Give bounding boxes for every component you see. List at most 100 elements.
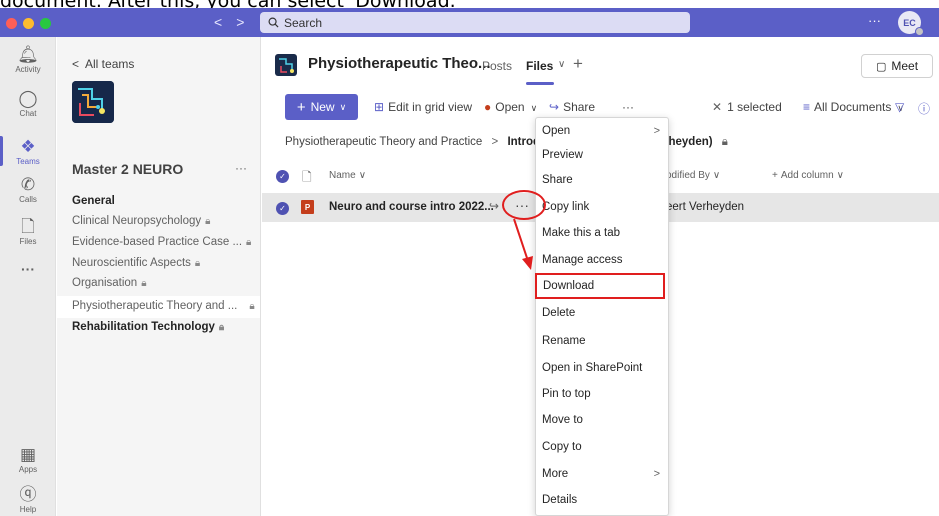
lock-icon: 🔒︎	[246, 237, 252, 248]
menu-item-share[interactable]: Share	[536, 167, 670, 193]
forward-icon[interactable]: >	[236, 14, 258, 30]
powerpoint-icon: P	[301, 200, 314, 214]
chevron-down-icon: ∨	[339, 101, 347, 112]
back-icon[interactable]: <	[214, 14, 236, 30]
share-button[interactable]: ↪ Share	[549, 100, 595, 114]
search-input[interactable]: Search	[260, 12, 690, 33]
help-icon: ⓠ	[19, 485, 37, 504]
rail-item-more[interactable]: ···	[0, 259, 56, 279]
row-checkbox[interactable]: ✓	[276, 202, 289, 215]
chevron-right-icon: >	[653, 468, 660, 480]
active-tab-indicator	[526, 82, 554, 85]
menu-item-details[interactable]: Details	[536, 487, 670, 513]
settings-more-button[interactable]: ···	[868, 13, 881, 28]
chevron-left-icon: <	[72, 57, 80, 71]
breadcrumb-root[interactable]: Physiotherapeutic Theory and Practice	[285, 136, 482, 148]
menu-item-open-sharepoint[interactable]: Open in SharePoint	[536, 355, 670, 381]
menu-item-copy-to[interactable]: Copy to	[536, 434, 670, 460]
rail-item-activity[interactable]: 🔔︎ Activity	[0, 45, 56, 74]
team-panel: < All teams Master 2 NEURO ··· General Cl…	[57, 37, 261, 516]
rail-item-files[interactable]: 🗋 Files	[0, 217, 56, 246]
grid-icon: ⊞	[374, 100, 385, 114]
team-more-button[interactable]: ···	[235, 161, 247, 175]
channel-item-organisation[interactable]: Organisation 🔒︎	[72, 277, 147, 289]
view-selector[interactable]: ≡ All Documents ∨	[803, 100, 904, 114]
modified-by-value: eert Verheyden	[666, 201, 745, 213]
menu-item-pin-top[interactable]: Pin to top	[536, 381, 670, 407]
meet-button[interactable]: ▢ Meet	[861, 54, 933, 78]
rail-item-chat[interactable]: ◯ Chat	[0, 89, 56, 118]
search-placeholder: Search	[284, 15, 323, 30]
channel-item-general[interactable]: General	[72, 195, 115, 207]
menu-item-copy-link[interactable]: Copy link	[536, 194, 670, 220]
tab-posts[interactable]: Posts	[482, 59, 512, 73]
rail-item-help[interactable]: ⓠ Help	[0, 485, 56, 514]
menu-item-more[interactable]: More >	[536, 461, 670, 487]
title-bar: <> Search ··· EC	[0, 8, 939, 37]
selection-count[interactable]: ✕ 1 selected	[712, 100, 782, 114]
column-header-modified-by[interactable]: odified By ∨	[666, 170, 720, 181]
channel-item-physiotherapeutic[interactable]: Physiotherapeutic Theory and ... 🔒︎	[72, 300, 255, 312]
more-icon: ···	[21, 261, 35, 277]
channel-item-rehabilitation[interactable]: Rehabilitation Technology 🔒︎	[72, 321, 224, 333]
share-icon[interactable]: ↪	[489, 199, 499, 213]
lock-icon: 🔒︎	[194, 258, 201, 269]
new-button[interactable]: + New ∨	[285, 94, 358, 120]
menu-item-move-to[interactable]: Move to	[536, 407, 670, 433]
channel-item-neuroscientific[interactable]: Neuroscientific Aspects 🔒︎	[72, 257, 200, 269]
menu-item-manage-access[interactable]: Manage access	[536, 247, 670, 273]
chevron-right-icon: >	[653, 125, 660, 137]
channel-item-clinical-neuropsychology[interactable]: Clinical Neuropsychology 🔒︎	[72, 215, 210, 227]
presence-status-icon	[915, 27, 924, 36]
info-icon[interactable]: ⓘ	[918, 100, 930, 117]
chevron-down-icon: ∨	[712, 170, 721, 181]
file-icon: 🗋	[21, 217, 35, 236]
toolbar-more-button[interactable]: ···	[622, 100, 634, 114]
apps-icon: ▦	[19, 445, 37, 464]
add-column-button[interactable]: + Add column ∨	[772, 170, 844, 181]
menu-item-make-tab[interactable]: Make this a tab	[536, 220, 670, 246]
plus-icon: +	[296, 98, 306, 116]
open-button[interactable]: ● Open ∨	[484, 100, 537, 114]
close-icon: ✕	[712, 100, 723, 114]
menu-item-download[interactable]: Download	[535, 273, 665, 299]
app-rail: 🔔︎ Activity ◯ Chat ❖ Teams ✆ Calls 🗋 Fil…	[0, 37, 56, 516]
menu-item-delete[interactable]: Delete	[536, 300, 670, 326]
close-window-button[interactable]	[6, 18, 17, 29]
rail-item-calls[interactable]: ✆ Calls	[0, 175, 56, 204]
menu-item-rename[interactable]: Rename	[536, 328, 670, 354]
history-nav: <>	[214, 14, 258, 30]
filter-icon[interactable]: ▽	[895, 100, 904, 114]
column-header-name[interactable]: Name ∨	[329, 170, 366, 181]
channel-item-evidence-based[interactable]: Evidence-based Practice Case ... 🔒︎	[72, 236, 251, 248]
breadcrumb-tail: rheyden) 🔒︎	[664, 136, 728, 148]
lock-icon: 🔒︎	[721, 136, 728, 148]
chevron-down-icon: ∨	[836, 170, 844, 181]
maximize-window-button[interactable]	[40, 18, 51, 29]
tab-files[interactable]: Files	[526, 59, 553, 73]
team-name: Master 2 NEURO	[72, 161, 184, 177]
menu-item-open[interactable]: Open >	[536, 118, 670, 144]
edit-grid-button[interactable]: ⊞ Edit in grid view	[374, 100, 472, 114]
context-menu: Open > Preview Share Copy link Make this …	[535, 117, 669, 516]
file-name[interactable]: Neuro and course intro 2022...	[329, 201, 494, 213]
select-all-checkbox[interactable]: ✓	[276, 170, 289, 183]
annotation-circle	[502, 190, 546, 220]
chevron-down-icon: ∨	[530, 103, 538, 113]
chat-icon: ◯	[18, 89, 38, 108]
chevron-down-icon[interactable]: ∨	[558, 59, 565, 70]
lock-icon: 🔒︎	[141, 278, 147, 289]
add-tab-button[interactable]: +	[573, 54, 583, 74]
rail-item-teams[interactable]: ❖ Teams	[0, 137, 56, 166]
lock-icon: 🔒︎	[249, 301, 255, 312]
minimize-window-button[interactable]	[23, 18, 34, 29]
list-icon: ≡	[803, 100, 811, 114]
teams-window: document. After this, you can select 'Do…	[0, 0, 939, 516]
bell-icon: 🔔︎	[17, 45, 39, 64]
menu-item-preview[interactable]: Preview	[536, 142, 670, 168]
all-teams-link[interactable]: < All teams	[72, 57, 134, 71]
channel-icon	[275, 54, 297, 76]
chevron-down-icon: ∨	[358, 170, 367, 181]
rail-item-apps[interactable]: ▦ Apps	[0, 445, 56, 474]
caption-text: document. After this, you can select 'Do…	[0, 0, 461, 12]
